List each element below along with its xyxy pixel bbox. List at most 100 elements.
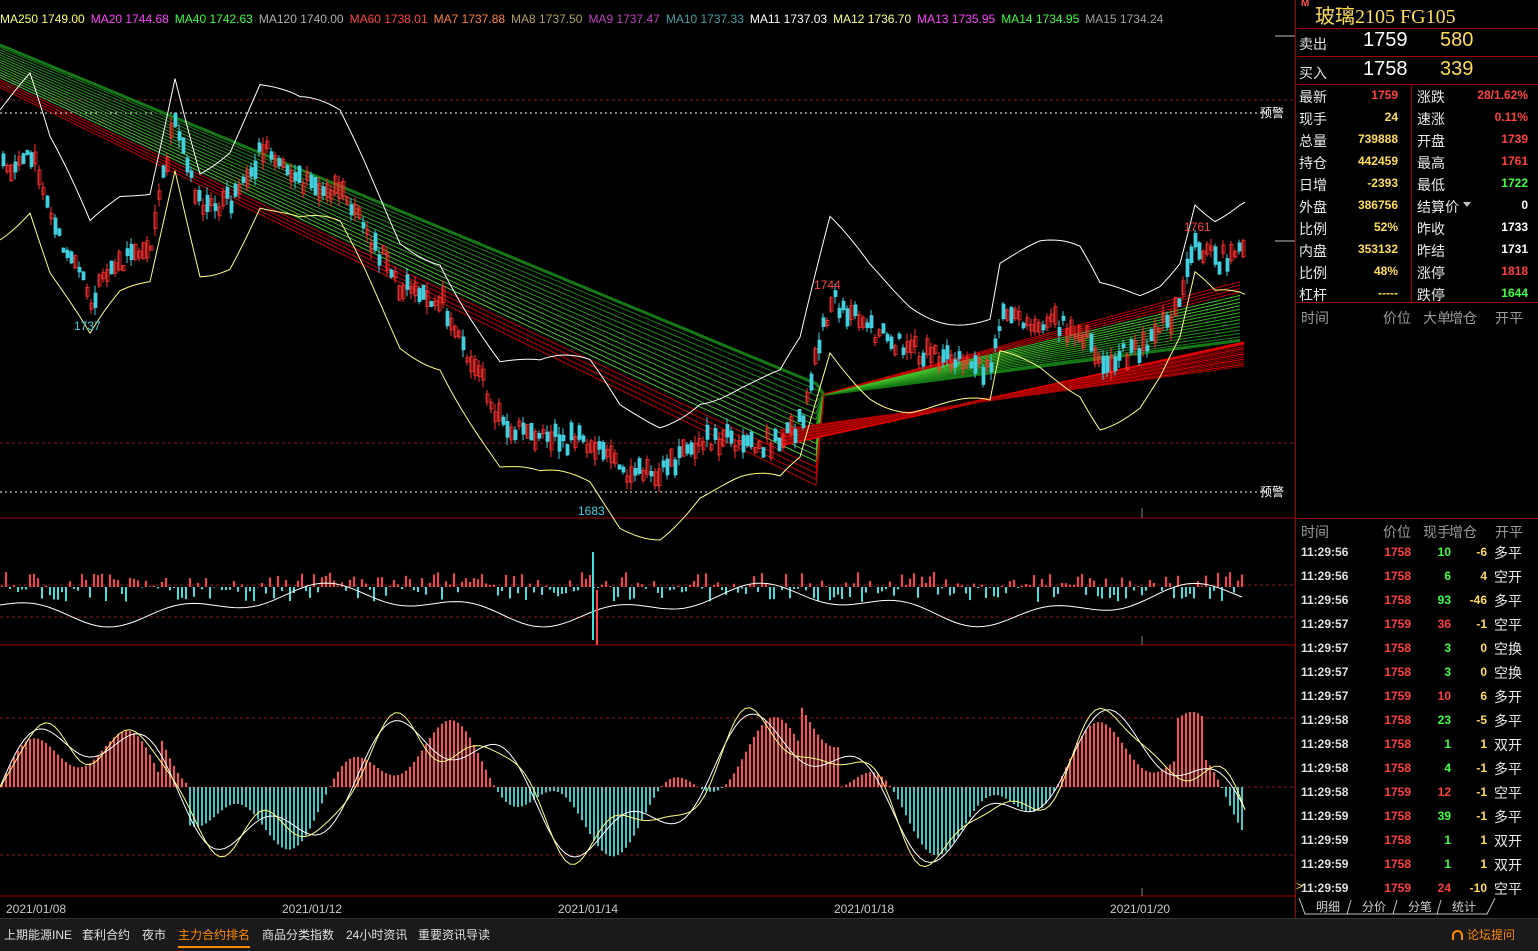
tick-type: 空换 (1494, 641, 1522, 657)
status-tab-3[interactable]: 主力合约排名 (178, 926, 251, 948)
tick-volume: 1 (1444, 857, 1451, 871)
quote-value: 1733 (1501, 220, 1528, 234)
chart-area[interactable]: 1737 1683 1744 1761 预警 预警 MA250 1749.00 MA20 1… (0, 0, 1295, 898)
candle-body (421, 284, 426, 300)
tick-price: 1758 (1384, 545, 1411, 559)
candle-body (921, 352, 926, 367)
candle-body (773, 428, 778, 442)
candle-body (313, 177, 318, 196)
candle-body (969, 361, 974, 369)
order-price: 1758 (1363, 58, 1408, 80)
ma-line (0, 82, 1241, 475)
candle-body (1041, 324, 1046, 331)
status-tab-2[interactable]: 夜市 (142, 926, 166, 943)
candle-body (1101, 355, 1106, 374)
tick-volume: 3 (1444, 641, 1451, 655)
status-tab-1[interactable]: 套利合约 (82, 926, 130, 943)
status-tab-6[interactable]: 重要资讯导读 (418, 926, 490, 943)
tick-volume: 10 (1437, 689, 1451, 703)
candle-body (801, 415, 806, 429)
candle-body (53, 217, 58, 235)
candle-body (1121, 343, 1126, 349)
panel-tab-outline (1298, 898, 1496, 915)
quote-label: 开盘 (1417, 133, 1445, 149)
candle-body (21, 153, 26, 164)
ma-line (0, 57, 1241, 415)
ma-legend-item: MA7 1737.88 (433, 12, 506, 26)
candle-body (741, 434, 746, 453)
ma-legend-item: MA60 1738.01 (349, 12, 428, 26)
status-tab-0[interactable]: 上期能源INE (4, 926, 72, 943)
tick-price: 1758 (1384, 713, 1411, 727)
candle-body (249, 167, 254, 177)
quote-row: 外盘 386756 结算价 0 (1297, 194, 1538, 216)
tick-time: 11:29:58 (1301, 713, 1349, 727)
ma-legend-item: MA20 1744.68 (90, 12, 169, 26)
quote-row: 比例 48% 涨停 1818 (1297, 260, 1538, 282)
candle-body (545, 431, 550, 442)
tick-type: 空换 (1494, 665, 1522, 681)
price-annotation: 1683 (578, 504, 605, 518)
ma-line (0, 84, 1241, 481)
candle-body (417, 288, 422, 302)
tick-row: 11:29:58 1758 4 -1 多平 (1297, 756, 1538, 780)
quote-value: -2393 (1367, 176, 1398, 190)
tick-price: 1758 (1384, 857, 1411, 871)
quote-label: 日增 (1299, 177, 1327, 193)
tick-row: 11:29:56 1758 93 -46 多平 (1297, 588, 1538, 612)
tick-oi: -1 (1476, 617, 1487, 631)
tick-oi: -5 (1476, 713, 1487, 727)
big-trade-header: 时间 价位 大单 增仓 开平 (1297, 306, 1538, 326)
candle-body (25, 150, 30, 155)
column-header: 增仓 (1449, 524, 1477, 540)
ma-legend-item: MA40 1742.63 (174, 12, 253, 26)
candle-body (1213, 246, 1218, 265)
instrument-name: 玻璃2105 FG105 (1315, 6, 1456, 28)
settle-dropdown-icon[interactable] (1463, 202, 1471, 207)
tick-volume: 23 (1437, 713, 1451, 727)
candle-body (109, 260, 114, 275)
tick-price: 1758 (1384, 569, 1411, 583)
tick-type: 多平 (1494, 761, 1522, 777)
candle-body (945, 345, 950, 360)
candle-body (389, 269, 394, 278)
tick-oi: 4 (1480, 569, 1487, 583)
tick-time: 11:29:56 (1301, 545, 1349, 559)
quote-row: 比例 52% 昨收 1733 (1297, 216, 1538, 238)
tick-type: 多平 (1494, 545, 1522, 561)
tick-row: 11:29:57 1758 3 0 空换 (1297, 660, 1538, 684)
headset-icon (1452, 930, 1463, 940)
status-tab-4[interactable]: 商品分类指数 (262, 926, 334, 943)
tick-row: 11:29:59 1758 1 1 双开 (1297, 852, 1538, 876)
boll-upper-line (0, 72, 1246, 429)
date-label: 2021/01/08 (6, 902, 67, 916)
tick-volume: 39 (1437, 809, 1451, 823)
candle-body (793, 429, 798, 444)
forum-link[interactable]: 论坛提问 (1452, 926, 1515, 943)
candle-body (405, 274, 410, 290)
candle-body (1185, 258, 1190, 277)
status-tab-5[interactable]: 24小时资讯 (346, 926, 407, 943)
candle-body (129, 243, 134, 261)
candle-body (1129, 339, 1134, 353)
price-annotation: 1744 (814, 278, 841, 292)
ma-legend-item: MA12 1736.70 (833, 12, 912, 26)
candle-body (81, 271, 86, 281)
kline-chart[interactable]: 1737168317441761预警预警 (0, 0, 1295, 898)
tick-volume: 93 (1437, 593, 1451, 607)
candle-body (745, 435, 750, 447)
tick-time: 11:29:56 (1301, 569, 1349, 583)
ma-legend-item: MA15 1734.24 (1085, 12, 1164, 26)
candle-body (185, 157, 190, 173)
tick-type: 空平 (1494, 617, 1522, 633)
tick-oi: -6 (1476, 545, 1487, 559)
quote-value: ----- (1378, 286, 1398, 300)
candle-body (45, 195, 50, 208)
quote-label: 总量 (1299, 133, 1327, 149)
ma-line (779, 365, 1245, 430)
tick-type: 双开 (1494, 857, 1522, 873)
candle-body (529, 422, 534, 441)
candle-body (501, 416, 506, 425)
price-annotation: 预警 (1260, 105, 1284, 120)
candle-body (577, 425, 582, 440)
